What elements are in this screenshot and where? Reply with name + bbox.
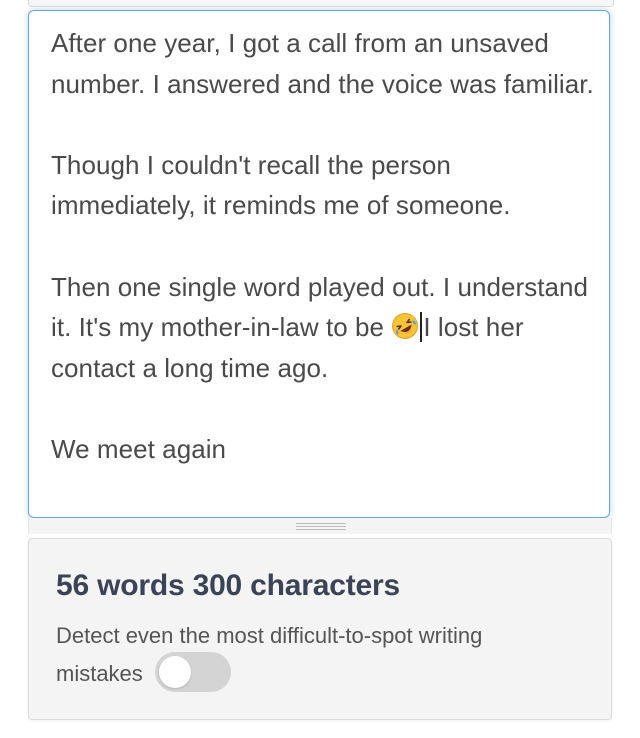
editor-paragraph-4: We meet again: [51, 433, 227, 464]
grammar-check-toggle[interactable]: [154, 652, 231, 693]
grammar-check-row: Detect even the most difficult-to-spot w…: [56, 617, 556, 693]
editor-paragraph-1: After one year, I got a call from an uns…: [51, 28, 594, 99]
rolling-laughing-emoji-icon: [391, 311, 419, 340]
editor-content[interactable]: After one year, I got a call from an uns…: [51, 23, 596, 470]
grammar-check-label: Detect even the most difficult-to-spot w…: [56, 623, 483, 686]
previous-panel-edge: [28, 0, 614, 7]
resize-grip-icon[interactable]: [296, 523, 346, 530]
text-editor[interactable]: After one year, I got a call from an uns…: [28, 10, 610, 518]
word-character-count: 56 words 300 characters: [56, 569, 400, 602]
editor-resize-bar: [28, 518, 612, 534]
toggle-knob: [158, 656, 191, 689]
stats-panel: 56 words 300 characters Detect even the …: [28, 538, 612, 720]
editor-paragraph-3: Then one single word played out. I under…: [51, 267, 596, 389]
editor-paragraph-2: Though I couldn't recall the person imme…: [51, 149, 511, 221]
